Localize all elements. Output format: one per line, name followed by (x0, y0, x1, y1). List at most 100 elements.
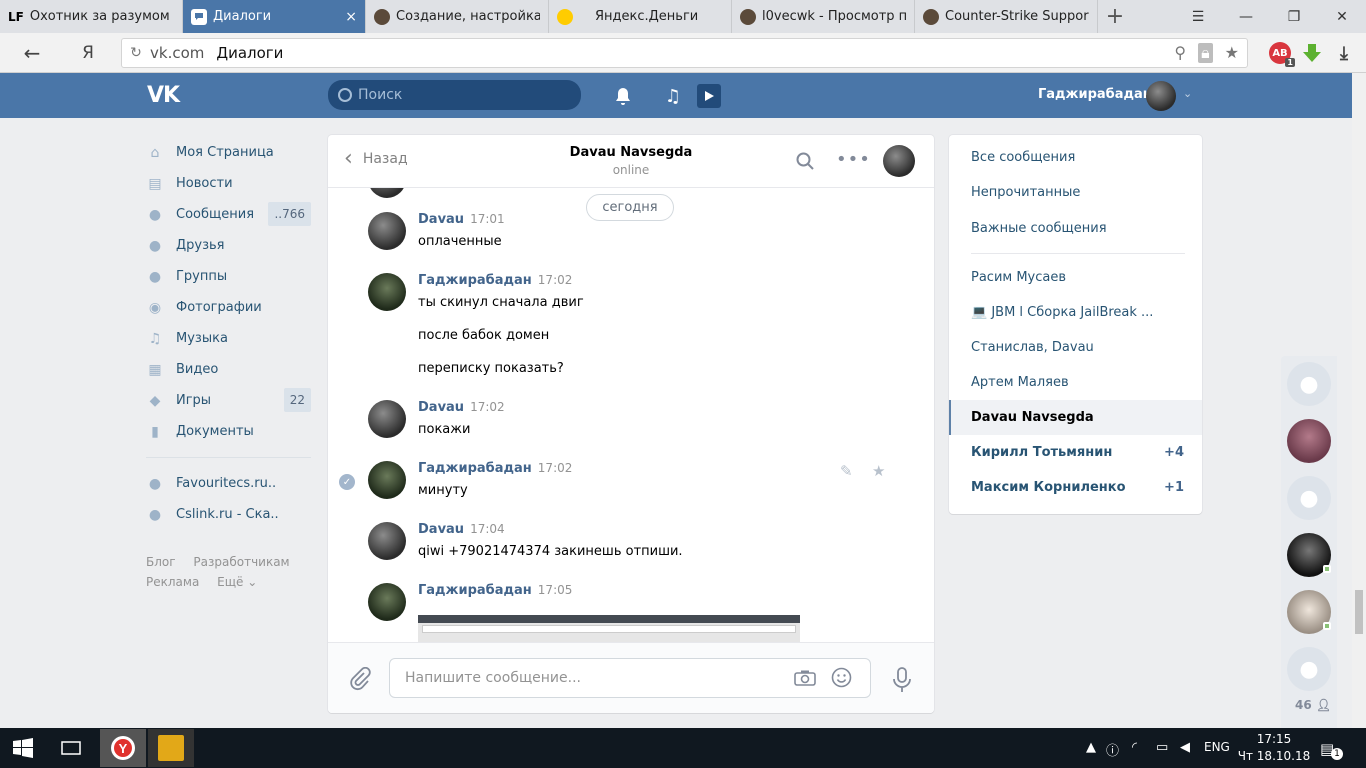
browser-tab[interactable]: Counter-Strike Support Community (915, 0, 1098, 33)
emoji-smile-icon[interactable] (831, 667, 852, 688)
message-avatar[interactable] (368, 212, 406, 250)
task-view-icon[interactable] (48, 729, 94, 767)
important-star-icon[interactable]: ★ (872, 462, 885, 480)
tab-close-icon[interactable]: × (345, 9, 357, 25)
filter-unread[interactable]: Непрочитанные (949, 175, 1202, 210)
vk-logo[interactable]: VK (147, 83, 180, 108)
browser-tab[interactable]: LF Охотник за разумом 1 сезон (0, 0, 183, 33)
bell-icon[interactable] (611, 84, 635, 108)
menu-item[interactable]: ♫ Музыка (146, 323, 311, 354)
message-author[interactable]: Гаджирабадан (418, 273, 532, 288)
taskbar-clock[interactable]: 17:15 Чт 18.10.18 (1236, 731, 1312, 765)
message-avatar[interactable] (368, 461, 406, 499)
browser-tab[interactable]: l0vecwk - Просмотр профиля (732, 0, 915, 33)
header-avatar[interactable] (1146, 81, 1176, 111)
dialog-item[interactable]: 💻 JBM l Сборка JailBreak ... (949, 295, 1202, 330)
message-avatar[interactable] (368, 583, 406, 621)
yandex-browser-taskbar-icon[interactable]: Y (100, 729, 146, 767)
dialog-item[interactable]: Артем Маляев (949, 365, 1202, 400)
menu-group-item[interactable]: ● Favouritecs.ru.. (146, 468, 311, 499)
tray-expand-icon[interactable]: ▲ (1086, 740, 1096, 755)
menu-item[interactable]: ▤ Новости (146, 168, 311, 199)
browser-tab[interactable]: Создание, настройка и продвижение (366, 0, 549, 33)
menu-item[interactable]: ▮ Документы (146, 416, 311, 447)
menu-item[interactable]: ▦ Видео (146, 354, 311, 385)
browser-tab-active[interactable]: Диалоги × (183, 0, 366, 33)
friend-avatar[interactable] (1287, 590, 1331, 634)
search-icon[interactable] (796, 152, 814, 170)
friend-avatar-deactivated[interactable]: ● (1287, 476, 1331, 520)
menu-item[interactable]: ● Друзья (146, 230, 311, 261)
header-user-name[interactable]: Гаджирабадан (1038, 87, 1152, 102)
page-scrollbar[interactable] (1352, 73, 1366, 728)
attached-screenshot[interactable] (418, 615, 800, 642)
friends-online-count[interactable]: 46 👤︎ (1295, 698, 1331, 712)
window-close-icon[interactable]: ✕ (1318, 0, 1366, 33)
chevron-down-icon[interactable]: ⌄ (1183, 87, 1192, 100)
windows-start-icon[interactable] (0, 729, 46, 767)
video-play-icon[interactable] (697, 84, 721, 108)
restore-icon[interactable]: ❐ (1270, 0, 1318, 33)
dialog-item[interactable]: Станислав, Davau (949, 330, 1202, 365)
message-avatar[interactable] (368, 273, 406, 311)
search-input[interactable]: Поиск (328, 80, 581, 110)
microphone-icon[interactable] (891, 667, 913, 693)
back-arrow-icon[interactable]: ← (18, 39, 46, 67)
friend-avatar-deactivated[interactable]: ● (1287, 362, 1331, 406)
battery-icon[interactable]: ▭ (1156, 740, 1168, 755)
page-scrollbar-thumb[interactable] (1355, 590, 1363, 634)
message-author[interactable]: Davau (418, 522, 464, 537)
menu-item[interactable]: ⌂ Моя Страница (146, 137, 311, 168)
new-tab-button[interactable]: + (1098, 0, 1132, 33)
bookmark-star-icon[interactable]: ★ (1225, 43, 1239, 63)
counter-strike-taskbar-icon[interactable] (148, 729, 194, 767)
message-author[interactable]: Гаджирабадан (418, 583, 532, 598)
friend-avatar[interactable] (1287, 533, 1331, 577)
zoom-icon[interactable]: ⚲ (1174, 43, 1186, 63)
message-author[interactable]: Davau (418, 400, 464, 415)
tab-title: Охотник за разумом 1 сезон (29, 9, 174, 24)
edit-pencil-icon[interactable]: ✎ (840, 462, 853, 480)
footer-link-more[interactable]: Ещё ⌄ (217, 575, 257, 589)
message-select-check-icon[interactable]: ✓ (339, 474, 355, 490)
download-helper-icon[interactable] (1301, 42, 1323, 64)
menu-item[interactable]: ● Группы (146, 261, 311, 292)
lock-icon[interactable]: 🔒︎ (1198, 43, 1213, 63)
dialog-item[interactable]: Davau Navsegda (949, 400, 1202, 435)
adblock-icon[interactable]: AB 1 (1269, 42, 1295, 67)
filter-all-messages[interactable]: Все сообщения (949, 140, 1202, 175)
volume-icon[interactable]: ◀ (1180, 740, 1190, 755)
footer-link-blog[interactable]: Блог (146, 555, 176, 569)
browser-tab[interactable]: Яндекс.Деньги (549, 0, 732, 33)
message-author[interactable]: Гаджирабадан (418, 461, 532, 476)
message-avatar[interactable] (368, 400, 406, 438)
menu-item[interactable]: ● Сообщения ..766 (146, 199, 311, 230)
downloads-icon[interactable]: ⤓ (1333, 42, 1355, 64)
message-avatar[interactable] (368, 522, 406, 560)
minimize-icon[interactable]: — (1222, 0, 1270, 33)
peer-avatar[interactable] (883, 145, 915, 177)
browser-menu-icon[interactable]: ☰ (1174, 0, 1222, 33)
menu-item[interactable]: ◉ Фотографии (146, 292, 311, 323)
filter-important[interactable]: Важные сообщения (949, 211, 1202, 246)
language-indicator[interactable]: ENG (1204, 740, 1230, 754)
wifi-icon[interactable]: ◜ (1132, 740, 1137, 755)
friend-avatar[interactable] (1287, 419, 1331, 463)
tray-help-icon[interactable]: ⓘ (1106, 740, 1119, 759)
menu-item[interactable]: ◆ Игры 22 (146, 385, 311, 416)
reload-icon[interactable]: ↻ (122, 45, 150, 61)
dialog-item[interactable]: Расим Мусаев (949, 260, 1202, 295)
dialog-item[interactable]: Максим Корниленко +1 (949, 470, 1202, 505)
music-note-icon[interactable]: ♫ (661, 84, 685, 108)
paperclip-icon[interactable] (348, 667, 372, 691)
footer-link-ads[interactable]: Реклама (146, 575, 199, 589)
menu-group-item[interactable]: ● Cslink.ru - Ска.. (146, 499, 311, 530)
more-options-icon[interactable]: ••• (836, 149, 871, 170)
camera-icon[interactable] (794, 670, 816, 686)
dialog-item[interactable]: Кирилл Тотьмянин +4 (949, 435, 1202, 470)
footer-link-developers[interactable]: Разработчикам (193, 555, 289, 569)
message-author[interactable]: Davau (418, 212, 464, 227)
friend-avatar-deactivated[interactable]: ● (1287, 647, 1331, 691)
yandex-logo-icon[interactable]: Я (74, 39, 102, 67)
url-field[interactable]: ↻ vk.com Диалоги ⚲ 🔒︎ ★ (121, 38, 1248, 68)
